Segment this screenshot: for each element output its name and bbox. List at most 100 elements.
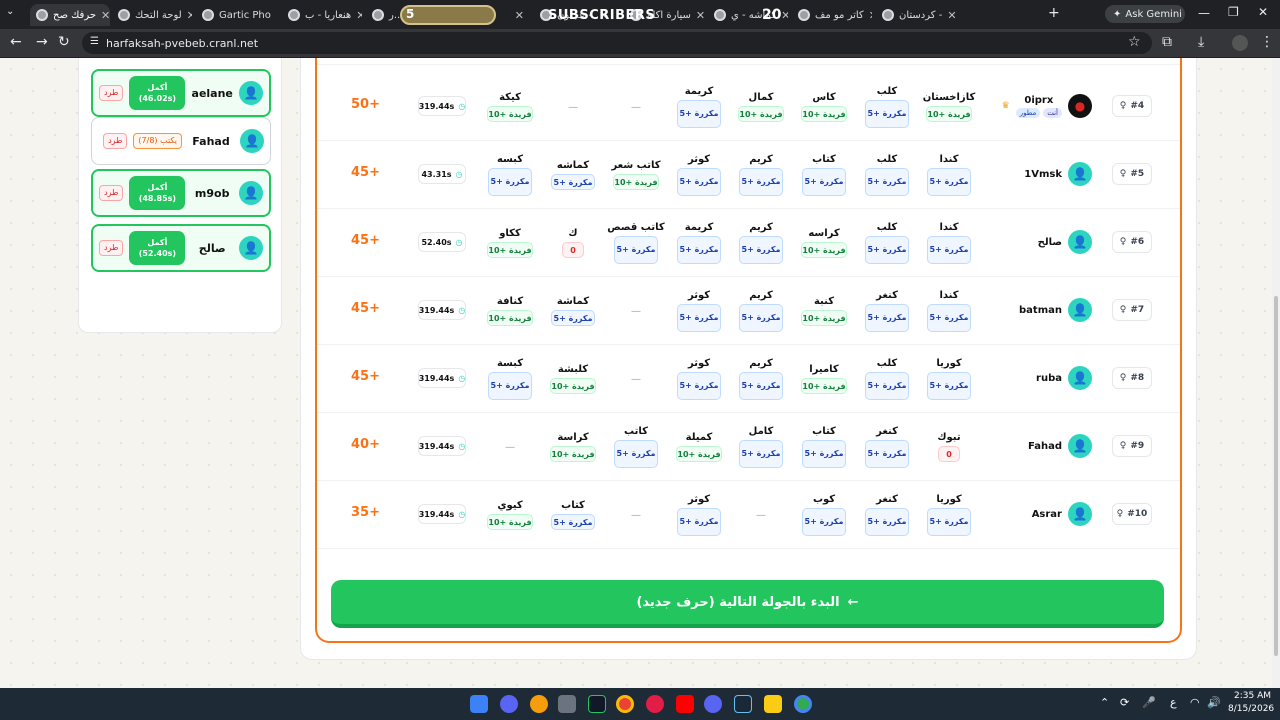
answer-word: كتاب	[812, 154, 836, 165]
time-label: 319.44s	[418, 509, 455, 519]
trophy-icon: ♀	[1119, 101, 1127, 111]
answer-cell: كاتب قصص مكررة +5	[605, 209, 667, 277]
restore-icon[interactable]: ❐	[1228, 5, 1239, 19]
empty-answer-dash: —	[756, 510, 766, 521]
profile-avatar[interactable]	[1232, 35, 1248, 51]
badge-label: مكررة +5	[804, 177, 844, 186]
tab-search-icon[interactable]: ⌄	[6, 6, 14, 17]
mic-icon[interactable]: 🎤	[1142, 696, 1156, 709]
windows-start-icon[interactable]	[470, 695, 488, 713]
tray-sync-icon[interactable]: ⟳	[1120, 696, 1129, 709]
user-avatar-icon: 👤	[240, 129, 264, 153]
player-cell: 👤 Fahad	[1028, 433, 1092, 459]
answer-word: كميلة	[685, 432, 713, 443]
url-field[interactable]: ☰ harfaksah-pvebeb.cranl.net	[82, 32, 1152, 54]
answer-word: كمال	[748, 92, 774, 103]
overlay-subscribers-label: SUBSCRIBERS	[548, 8, 656, 23]
score-label: 45+	[351, 165, 380, 180]
close-window-icon[interactable]: ✕	[1258, 5, 1268, 19]
tab-close-icon[interactable]: ✕	[187, 9, 192, 22]
extensions-icon[interactable]: ⧉	[1162, 34, 1172, 50]
minimize-icon[interactable]: —	[1198, 6, 1210, 20]
ask-gemini-label: Ask Gemini	[1125, 8, 1182, 20]
unique-badge: فريدة +10	[487, 310, 533, 326]
developer-label: مطور	[1019, 108, 1037, 117]
next-round-button[interactable]: البدء بالجولة التالية (حرف جديد) ←	[331, 580, 1164, 628]
answer-cell: كاتب شعر فريدة +10	[605, 141, 667, 209]
language-indicator[interactable]: ع	[1170, 696, 1177, 709]
unique-badge: فريدة +10	[801, 310, 847, 326]
tab-favicon	[372, 9, 384, 21]
badge-label: مكررة +5	[804, 449, 844, 458]
volume-icon[interactable]: 🔊	[1207, 696, 1221, 709]
answer-cell: كنافة فريدة +10	[479, 277, 541, 345]
answer-word: كنغر	[876, 494, 898, 505]
badge-label: 0	[946, 449, 952, 459]
menu-icon[interactable]: ⋮	[1260, 34, 1274, 50]
tab-close-icon[interactable]: ✕	[356, 9, 362, 22]
rank-label: #6	[1130, 237, 1145, 247]
download-icon[interactable]: ⤓	[1198, 34, 1204, 50]
wifi-icon[interactable]: ◠	[1190, 696, 1200, 709]
kick-button[interactable]: طرد	[99, 185, 124, 201]
kick-button[interactable]: طرد	[103, 133, 128, 149]
media-icon[interactable]	[646, 695, 664, 713]
youtube-icon[interactable]	[676, 695, 694, 713]
time-badge: 43.31s ◷	[418, 164, 466, 184]
tab-close-icon[interactable]: ✕	[101, 9, 110, 22]
answer-word: كلبشة	[557, 364, 589, 375]
new-tab-icon[interactable]: +	[1048, 5, 1060, 21]
chrome-icon[interactable]	[616, 695, 634, 713]
badge-label: فريدة +10	[614, 177, 658, 187]
chrome-icon-2[interactable]	[794, 695, 812, 713]
clock-time[interactable]: 2:35 AM	[1234, 691, 1271, 701]
tab-2[interactable]: Gartic Pho✕	[196, 4, 276, 26]
kick-button[interactable]: طرد	[99, 240, 124, 256]
clock-date[interactable]: 8/15/2026	[1228, 704, 1274, 714]
answer-word: كوثر	[687, 494, 711, 505]
back-icon[interactable]: ←	[10, 34, 22, 50]
duplicate-badge: مكررة +5	[677, 236, 721, 264]
tab-10[interactable]: كردستان - ✕	[876, 4, 956, 26]
tab-3[interactable]: هنعاريا - ب ✕	[282, 4, 362, 26]
store-icon[interactable]	[558, 695, 576, 713]
answer-cell: كاميرا فريدة +10	[793, 345, 855, 413]
player-name-box: 1Vmsk	[1024, 169, 1062, 180]
tab-close-icon[interactable]: ✕	[869, 9, 872, 22]
answer-word: كوريا	[936, 358, 962, 369]
forward-icon[interactable]: →	[36, 34, 48, 50]
completed-badge: أكمل (46.02s)	[129, 76, 186, 110]
badge-label: —	[631, 305, 641, 317]
discord-icon[interactable]	[500, 695, 518, 713]
kick-button[interactable]: طرد	[99, 85, 124, 101]
file-explorer-icon[interactable]	[764, 695, 782, 713]
tab-close-icon[interactable]: ✕	[947, 9, 956, 22]
unique-badge: فريدة +10	[801, 378, 847, 394]
ask-gemini-button[interactable]: ✦ Ask Gemini	[1105, 5, 1185, 23]
player-name: Asrar	[1031, 508, 1062, 520]
answer-word: كلب	[876, 358, 898, 369]
discord-icon-2[interactable]	[704, 695, 722, 713]
gemini-icon: ✦	[1113, 8, 1122, 20]
tab-label: Gartic Pho	[219, 9, 271, 21]
duplicate-badge: مكررة +5	[739, 236, 783, 264]
players-status-panel: 👤 aelane أكمل (46.02s) طرد 👤 Fahad يكتب (7/8) طر…	[78, 58, 282, 333]
scrollbar-thumb[interactable]	[1274, 296, 1278, 656]
answer-word: كريم	[749, 358, 773, 369]
answer-cell: كلب مكررة +5	[856, 209, 918, 277]
sidebar-player-card: 👤 aelane أكمل (46.02s) طرد	[91, 69, 271, 117]
steam-icon[interactable]	[734, 695, 752, 713]
player-name-box: صالح	[1038, 237, 1062, 248]
reload-icon[interactable]: ↻	[58, 34, 70, 50]
site-info-icon[interactable]: ☰	[90, 36, 99, 47]
answer-cell: —	[605, 73, 667, 141]
tab-1[interactable]: لوحة التحك ✕	[112, 4, 192, 26]
tab-0[interactable]: حرفك صح ✕	[30, 4, 110, 26]
bookmark-star-icon[interactable]: ☆	[1128, 34, 1141, 50]
tab-favicon	[288, 9, 300, 21]
answer-cell: كماشة مكررة +5	[542, 277, 604, 345]
player-name: صالح	[198, 241, 226, 255]
tray-chevron-icon[interactable]: ⌃	[1100, 696, 1109, 709]
app-icon-yellow[interactable]	[530, 695, 548, 713]
app-icon-green[interactable]	[588, 695, 606, 713]
